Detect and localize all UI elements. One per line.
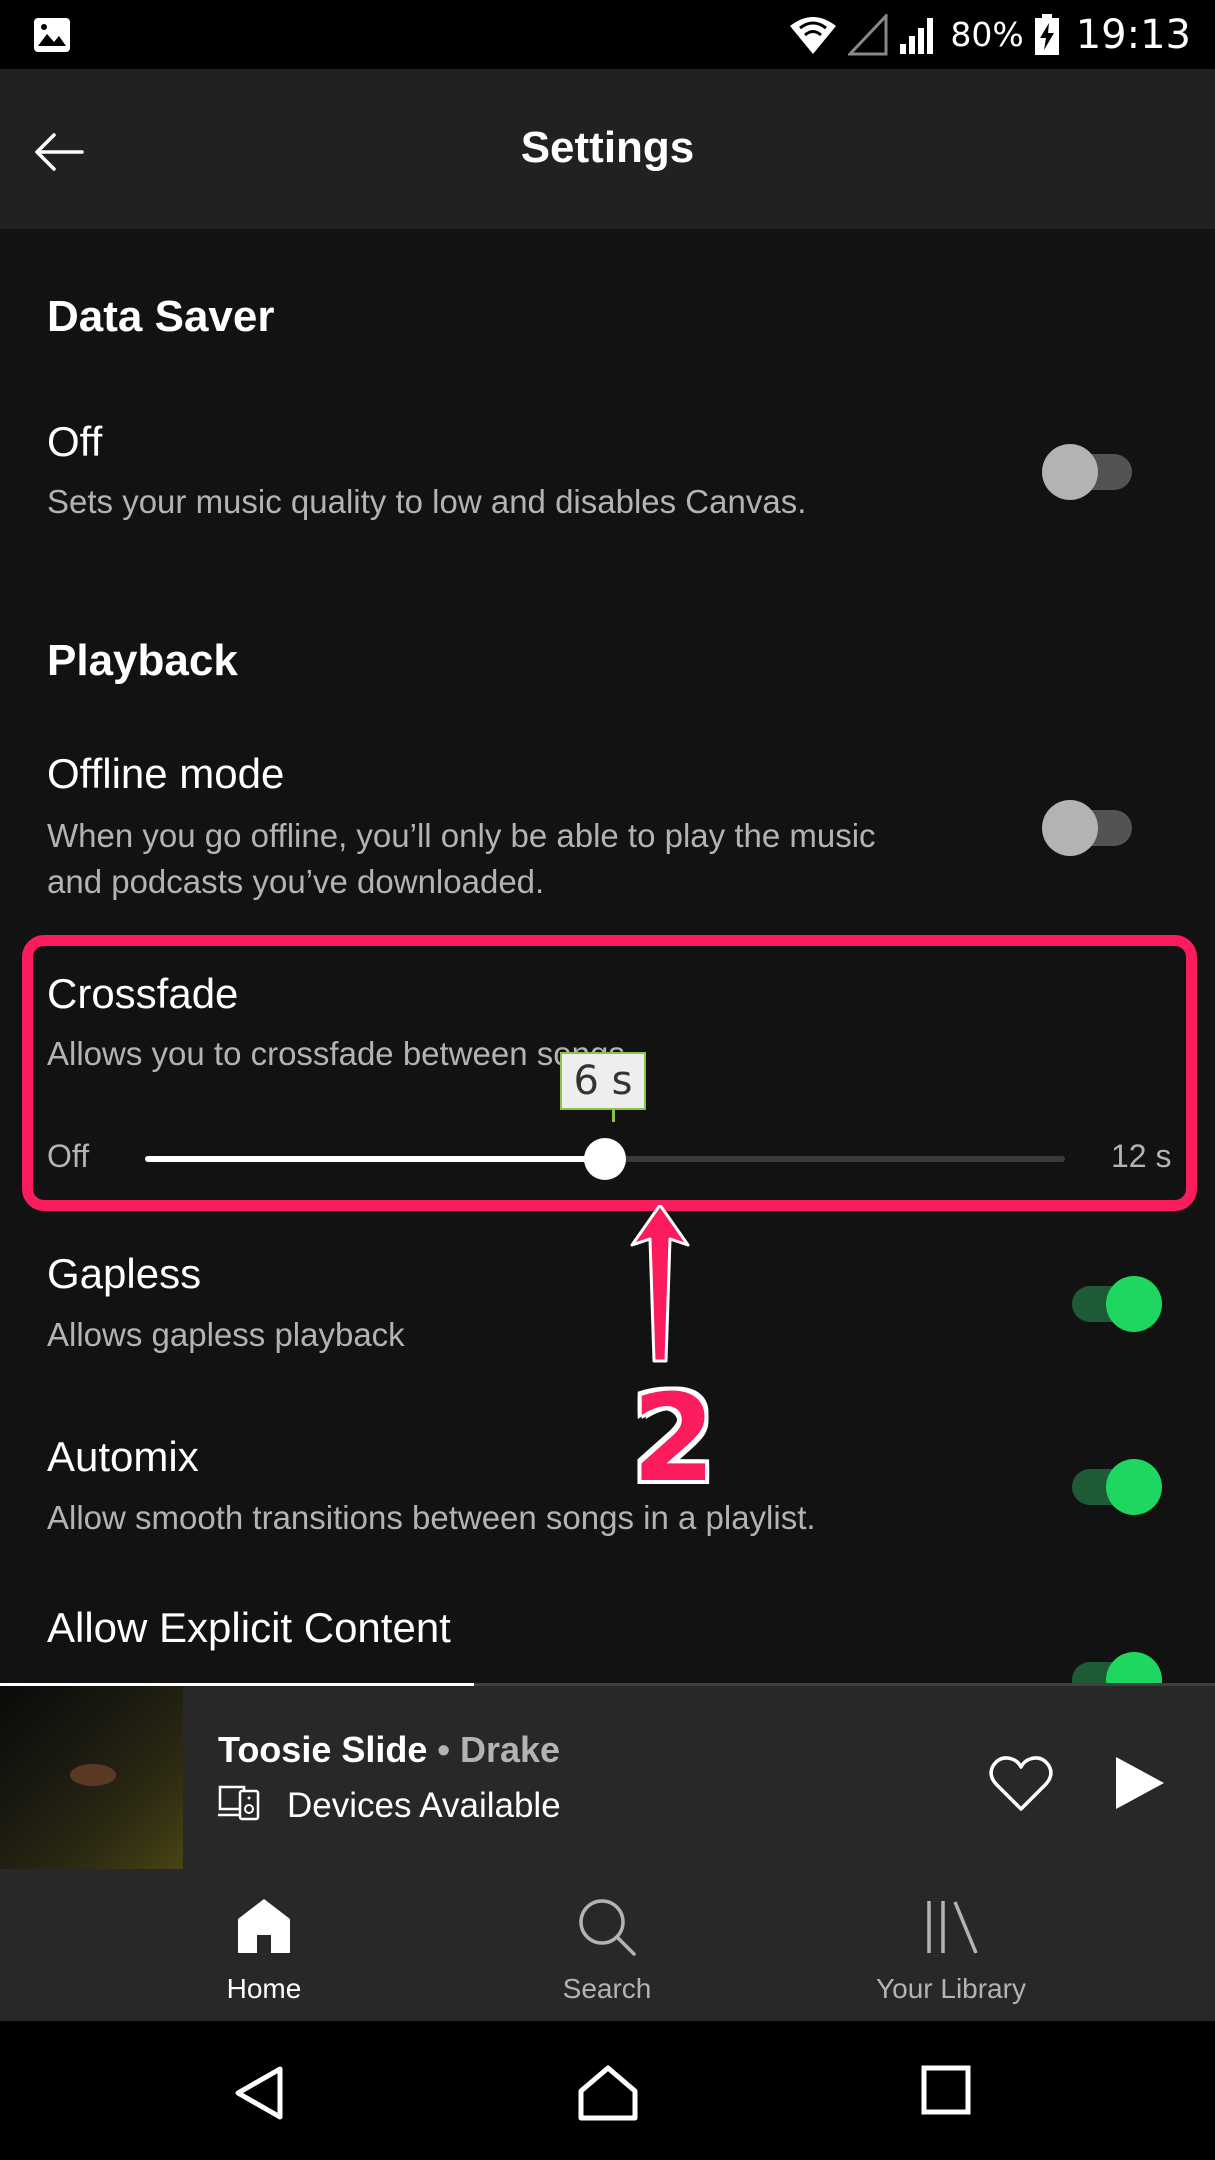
data-saver-toggle[interactable]: [1042, 438, 1142, 500]
album-art[interactable]: [0, 1686, 183, 1869]
offline-mode-description-line2: and podcasts you’ve downloaded.: [47, 863, 545, 900]
nav-home-label: Home: [226, 1973, 302, 2004]
explicit-content-title: Allow Explicit Content: [47, 1604, 451, 1651]
library-icon: [927, 1901, 978, 1954]
search-icon: [579, 1899, 636, 1956]
home-icon: [238, 1899, 290, 1953]
app-bar: Settings: [0, 69, 1215, 229]
toggle-knob: [1106, 1276, 1162, 1332]
mini-player[interactable]: Toosie Slide • Drake Devices Available: [0, 1683, 1215, 1869]
annotation-arrow-icon: [630, 1205, 690, 1363]
offline-mode-toggle[interactable]: [1042, 794, 1142, 856]
clock: 19:13: [1075, 11, 1191, 58]
nav-home[interactable]: Home: [144, 1869, 384, 2021]
playback-progress-remaining: [474, 1683, 1215, 1686]
back-triangle-icon[interactable]: [232, 2065, 288, 2121]
nav-search-label: Search: [562, 1973, 652, 2004]
nav-library-label: Your Library: [876, 1973, 1026, 2004]
recents-square-icon[interactable]: [921, 2065, 971, 2115]
gapless-title: Gapless: [47, 1250, 202, 1297]
annotation-highlight-box: [22, 935, 1197, 1211]
signal-icon: [900, 17, 934, 54]
image-notification-icon: [34, 18, 70, 52]
offline-mode-description-line1: When you go offline, you’ll only be able…: [47, 817, 876, 854]
title-separator: •: [427, 1729, 460, 1770]
devices-icon[interactable]: [218, 1783, 262, 1821]
toggle-knob: [1042, 444, 1098, 500]
automix-title: Automix: [47, 1433, 199, 1480]
battery-charging-icon: [1034, 13, 1059, 55]
devices-available-label[interactable]: Devices Available: [287, 1786, 561, 1826]
home-circle-icon[interactable]: [578, 2065, 638, 2121]
heart-icon[interactable]: [988, 1751, 1054, 1817]
now-playing-title: Toosie Slide • Drake: [218, 1729, 560, 1771]
toggle-knob: [1106, 1459, 1162, 1515]
album-art-figure: [70, 1764, 116, 1786]
automix-toggle[interactable]: [1060, 1453, 1162, 1515]
battery-percent: 80%: [950, 15, 1024, 54]
offline-mode-title: Offline mode: [47, 750, 285, 797]
toggle-knob: [1042, 800, 1098, 856]
nav-your-library[interactable]: Your Library: [831, 1869, 1071, 2021]
system-navigation-bar: [0, 2021, 1215, 2160]
wifi-icon: [790, 16, 837, 54]
no-sim-signal-icon: [848, 13, 888, 55]
section-title-data-saver: Data Saver: [47, 292, 275, 341]
annotation-number: 2: [632, 1370, 716, 1509]
status-bar: 80% 19:13: [0, 0, 1215, 69]
gapless-description: Allows gapless playback: [47, 1316, 405, 1353]
section-title-playback: Playback: [47, 636, 238, 685]
song-title: Toosie Slide: [218, 1729, 428, 1770]
data-saver-description: Sets your music quality to low and disab…: [47, 483, 807, 520]
bottom-navigation: Home Search Your Library: [0, 1869, 1215, 2021]
nav-search[interactable]: Search: [487, 1869, 727, 2021]
artist-name: Drake: [459, 1729, 561, 1770]
gapless-toggle[interactable]: [1060, 1270, 1162, 1332]
play-icon[interactable]: [1112, 1753, 1168, 1813]
page-title: Settings: [520, 123, 695, 172]
data-saver-title: Off: [47, 418, 103, 465]
